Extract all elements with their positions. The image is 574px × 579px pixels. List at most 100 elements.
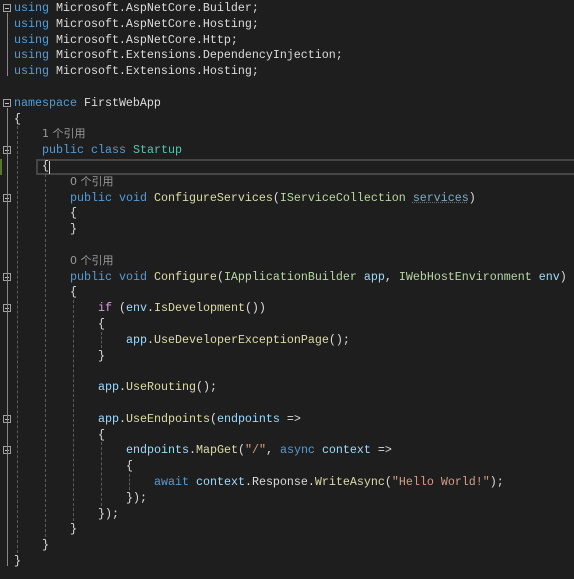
code-line[interactable]: public void ConfigureServices(IServiceCo… <box>70 190 476 206</box>
code-line[interactable]: using Microsoft.AspNetCore.Builder; <box>14 0 259 16</box>
code-line[interactable]: app.UseDeveloperExceptionPage(); <box>126 332 350 348</box>
code-token: { <box>42 159 49 173</box>
code-token: Microsoft.Extensions.Hosting; <box>48 64 259 79</box>
code-line[interactable]: { <box>14 111 21 127</box>
code-line[interactable]: using Microsoft.Extensions.Hosting; <box>14 63 259 79</box>
code-token: env <box>126 301 147 316</box>
code-line[interactable]: { <box>42 158 49 174</box>
code-line[interactable]: 0 个引用 <box>70 253 114 269</box>
code-token: } <box>70 522 77 537</box>
code-token: ) <box>559 269 567 284</box>
code-line[interactable]: 1 个引用 <box>42 126 86 142</box>
collapse-minus-icon[interactable] <box>3 4 11 12</box>
text-caret <box>49 161 50 174</box>
code-token: if <box>98 301 112 316</box>
code-editor[interactable]: using Microsoft.AspNetCore.Builder; using… <box>0 0 574 579</box>
code-token: . <box>188 443 196 458</box>
code-line[interactable]: { <box>98 316 105 332</box>
code-token: public <box>42 143 84 158</box>
indent-guide <box>45 173 46 538</box>
code-line[interactable]: } <box>98 348 105 364</box>
code-token: app <box>126 332 147 347</box>
code-line[interactable]: { <box>70 205 77 221</box>
code-line[interactable]: using Microsoft.AspNetCore.Http; <box>14 32 238 48</box>
code-token: ); <box>489 475 504 489</box>
code-token: IServiceCollection <box>279 190 406 205</box>
code-token: await <box>154 475 189 489</box>
code-token: } <box>98 348 105 363</box>
code-token: IApplicationBuilder <box>223 269 357 284</box>
code-token: public <box>70 269 112 284</box>
code-token: using <box>14 16 49 31</box>
codelens-references-link[interactable]: 0 个引用 <box>70 175 114 188</box>
code-line[interactable]: app.UseRouting(); <box>98 379 217 395</box>
code-token: { <box>98 427 105 442</box>
code-token: , <box>265 443 280 458</box>
code-line[interactable]: 0 个引用 <box>70 174 114 190</box>
code-token: ) <box>468 190 476 205</box>
code-token: UseDeveloperExceptionPage <box>154 332 329 347</box>
code-line[interactable]: } <box>70 221 77 237</box>
indent-guide <box>101 442 102 506</box>
code-line[interactable]: using Microsoft.AspNetCore.Hosting; <box>14 16 259 32</box>
code-token: ( <box>216 269 224 284</box>
code-token: using <box>14 64 49 79</box>
code-token: . <box>119 380 126 395</box>
code-line[interactable]: }); <box>98 506 119 522</box>
code-token: }); <box>126 490 147 505</box>
code-line[interactable]: public void Configure(IApplicationBuilde… <box>70 269 567 285</box>
code-line[interactable]: }); <box>126 490 147 506</box>
code-token: ( <box>237 443 245 458</box>
code-line[interactable]: { <box>126 458 133 474</box>
code-token: services <box>412 190 469 205</box>
outline-fold-line <box>7 13 8 77</box>
code-token: } <box>14 554 21 568</box>
code-token: app <box>363 269 385 284</box>
code-line[interactable]: } <box>42 537 49 553</box>
code-token: , <box>384 269 399 284</box>
code-token: .Response. <box>244 475 315 489</box>
code-token: { <box>70 285 77 300</box>
code-token: context <box>321 443 371 458</box>
code-token: endpoints <box>126 443 189 458</box>
code-line[interactable]: endpoints.MapGet("/", async context => <box>126 442 392 458</box>
code-token: ( <box>112 301 126 316</box>
code-line[interactable]: } <box>14 553 21 569</box>
code-token: . <box>119 411 126 426</box>
codelens-references-link[interactable]: 1 个引用 <box>42 127 86 140</box>
code-token: class <box>90 143 126 158</box>
code-token: IsDevelopment <box>154 301 245 316</box>
indent-guide <box>73 300 74 522</box>
codelens-references-link[interactable]: 0 个引用 <box>70 254 114 267</box>
current-line-highlight <box>36 159 574 175</box>
code-token: public <box>70 190 112 205</box>
code-token: context <box>195 475 245 489</box>
code-line[interactable]: { <box>70 284 77 300</box>
code-token: using <box>14 48 49 63</box>
code-line[interactable]: await context.Response.WriteAsync("Hello… <box>154 474 504 490</box>
code-line[interactable]: using Microsoft.Extensions.DependencyInj… <box>14 47 343 63</box>
code-token: { <box>14 111 21 126</box>
code-token: Microsoft.AspNetCore.Http; <box>48 32 238 47</box>
code-token: UseRouting <box>126 380 196 395</box>
code-line[interactable]: public class Startup <box>42 142 182 158</box>
code-token: using <box>14 1 49 15</box>
code-token: ( <box>384 475 392 489</box>
code-line[interactable]: } <box>70 521 77 537</box>
collapse-minus-icon[interactable] <box>3 98 11 107</box>
code-line[interactable]: namespace FirstWebApp <box>14 95 161 111</box>
code-token: . <box>147 332 154 347</box>
change-indicator <box>0 159 2 175</box>
code-token: FirstWebApp <box>76 95 161 110</box>
code-line[interactable]: app.UseEndpoints(endpoints => <box>98 411 301 427</box>
code-line[interactable]: if (env.IsDevelopment()) <box>98 300 266 316</box>
code-line[interactable]: { <box>98 427 105 443</box>
